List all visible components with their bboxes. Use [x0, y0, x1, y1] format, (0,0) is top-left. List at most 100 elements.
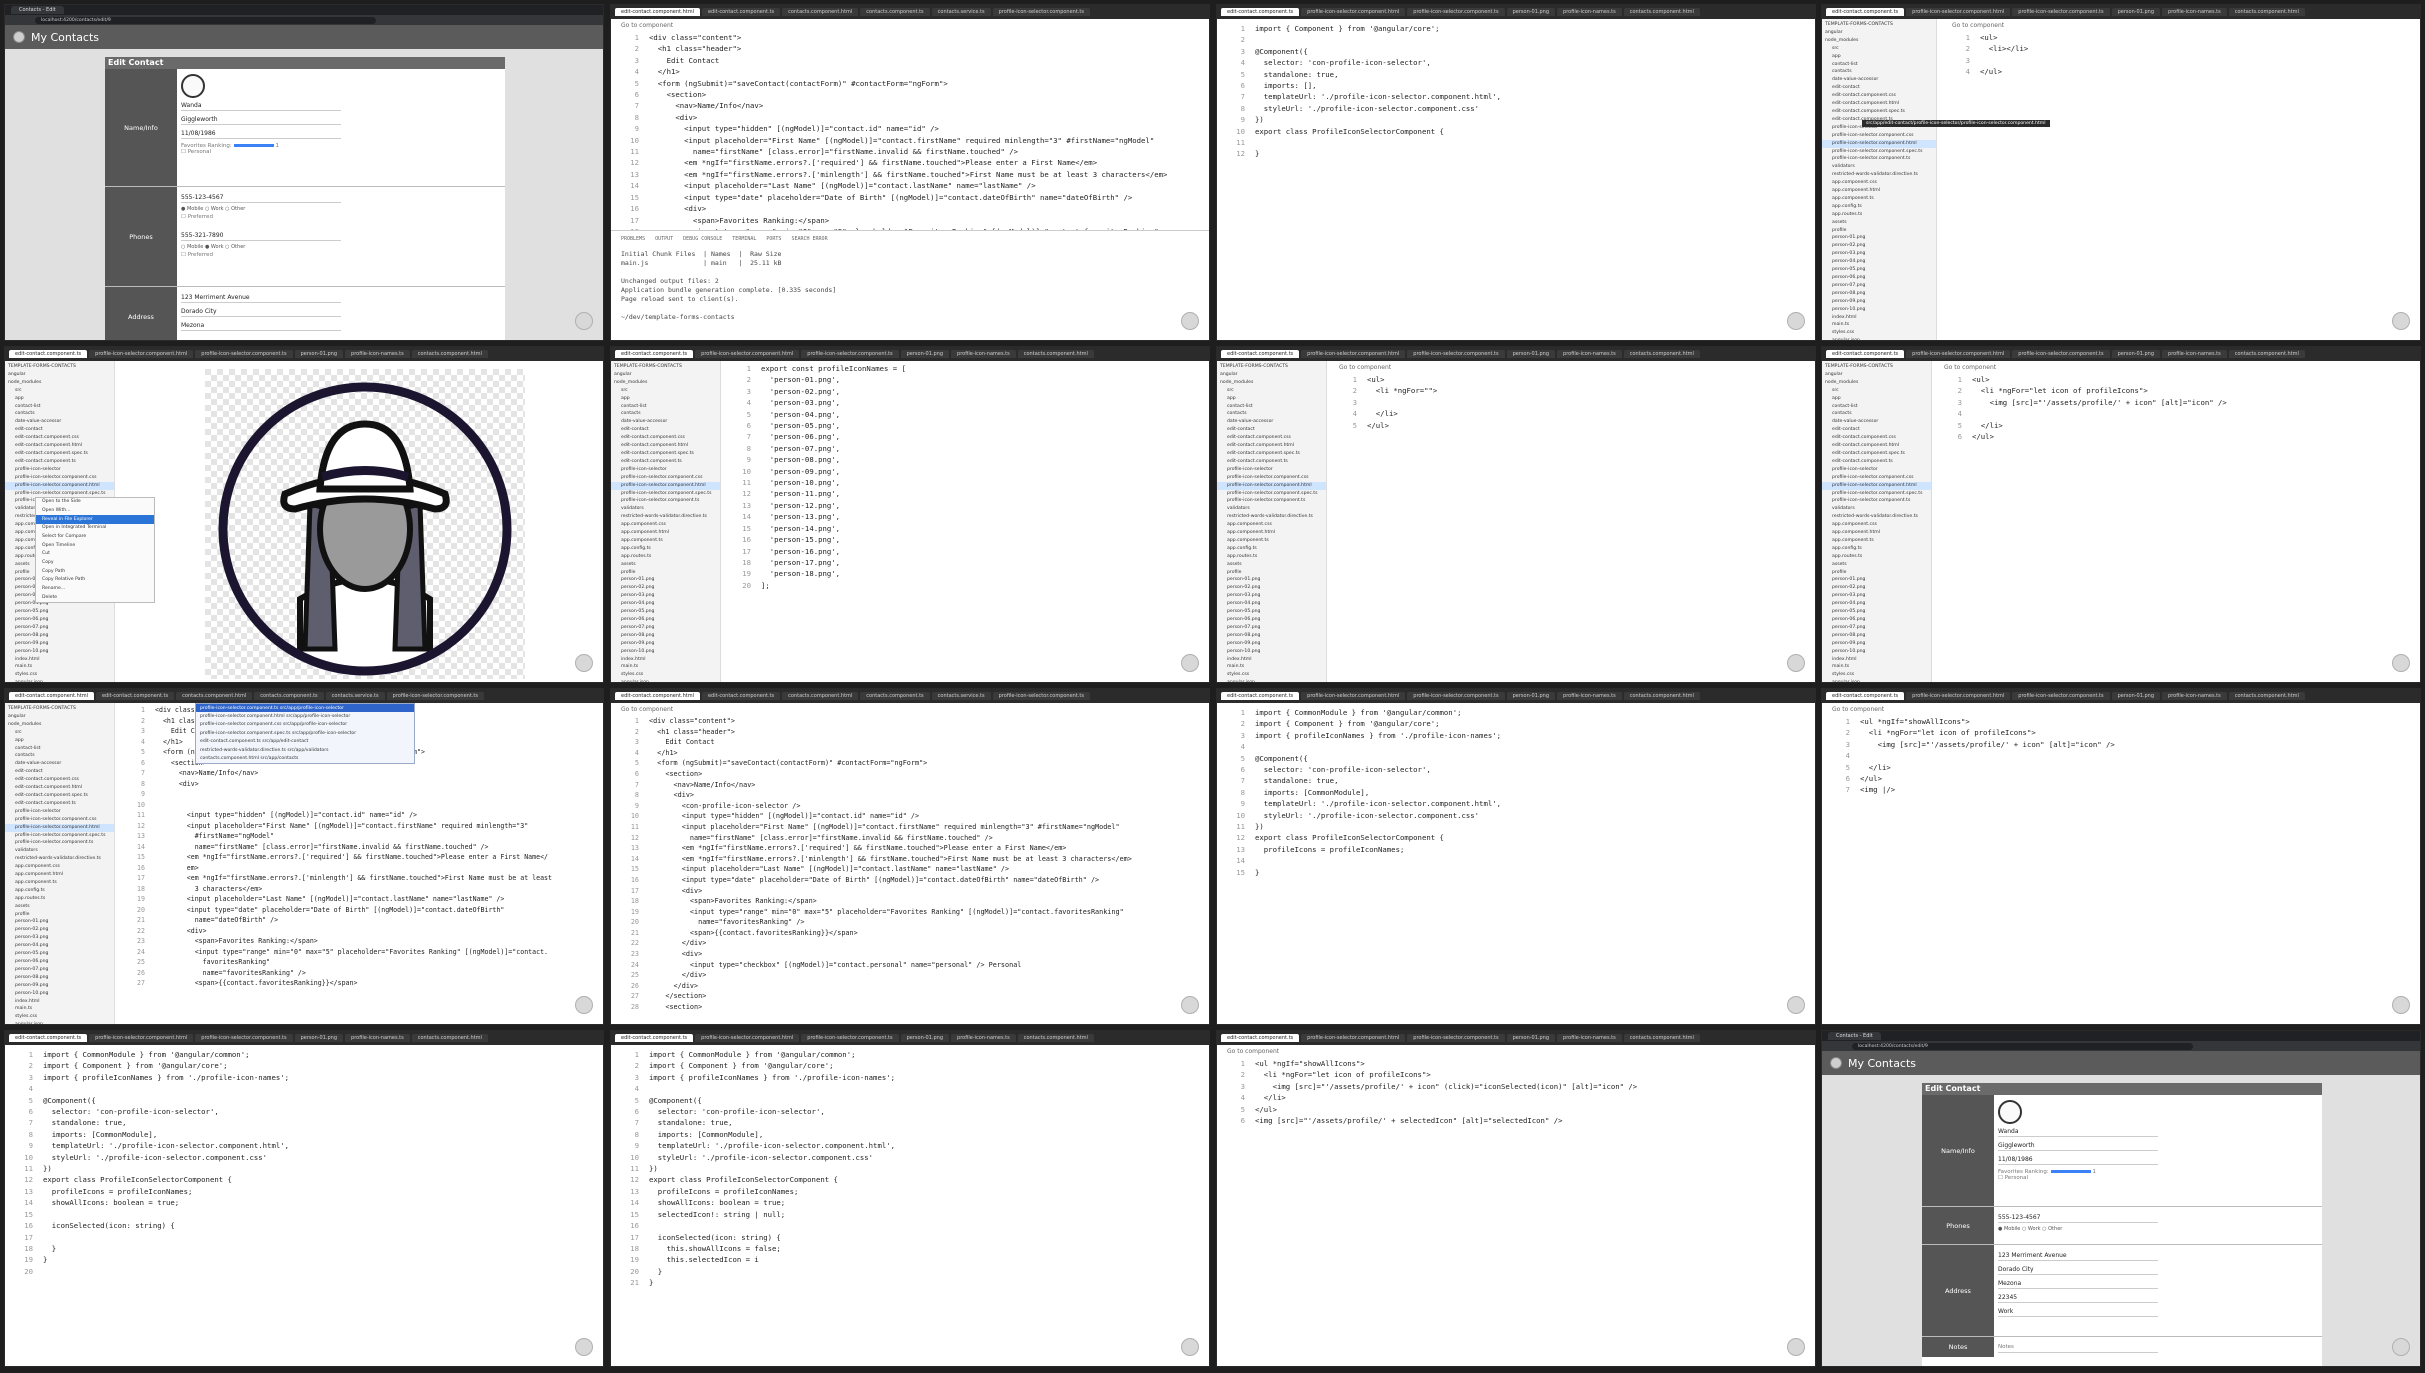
zip-input[interactable]: 22345	[1998, 1292, 2158, 1303]
code-text[interactable]: 'person-07.png',	[761, 444, 840, 453]
code-line[interactable]: 2 <h1 class="header">	[615, 727, 1209, 738]
code-text[interactable]: export class ProfileIconSelectorComponen…	[649, 1175, 838, 1184]
editor-tab[interactable]: profile-icon-selector.component.html	[1301, 8, 1406, 16]
code-text[interactable]: <div>	[649, 887, 702, 895]
explorer-item[interactable]: person-08.png	[1217, 632, 1326, 640]
explorer-item[interactable]: person-01.png	[611, 576, 720, 584]
code-line[interactable]: 4	[615, 1083, 1209, 1094]
code-line[interactable]: 18 this.showAllIcons = false;	[615, 1243, 1209, 1254]
explorer-item[interactable]: edit-contact	[5, 426, 114, 434]
code-line[interactable]: 18 }	[9, 1243, 603, 1254]
code-line[interactable]: 2 <li *ngFor="">	[1333, 385, 1815, 396]
editor-tab[interactable]: profile-icon-selector.component.html	[89, 1034, 194, 1042]
explorer-item[interactable]: restricted-words-validator.directive.ts	[1822, 171, 1936, 179]
preferred-checkbox-2[interactable]: ☐ Preferred	[181, 252, 501, 258]
explorer-item[interactable]: edit-contact.component.css	[5, 434, 114, 442]
explorer-item[interactable]: profile-icon-selector.component.ts	[611, 497, 720, 505]
code-line[interactable]: 21}	[615, 1277, 1209, 1288]
code-text[interactable]: <input type="date" placeholder="Date of …	[649, 876, 1099, 884]
code-line[interactable]: 6 </ul>	[1826, 773, 2420, 784]
explorer-item[interactable]: edit-contact.component.spec.ts	[1822, 108, 1936, 116]
code-line[interactable]: 13 profileIcons = profileIconNames;	[615, 1186, 1209, 1197]
code-text[interactable]: import { CommonModule } from '@angular/c…	[43, 1050, 249, 1059]
code-editor[interactable]: 1 export const profileIconNames = [2 'per…	[723, 363, 1209, 591]
code-line[interactable]: 3 @Component({	[1221, 46, 1815, 57]
code-text[interactable]: })	[1255, 822, 1264, 831]
editor-tab[interactable]: contacts.component.ts	[860, 8, 930, 16]
explorer-item[interactable]: person-04.png	[5, 942, 114, 950]
code-line[interactable]: 20];	[727, 580, 1209, 591]
code-text[interactable]: 'person-03.png',	[761, 398, 840, 407]
context-menu-item[interactable]: Reveal in File Explorer	[36, 515, 154, 525]
explorer-item[interactable]: person-03.png	[611, 592, 720, 600]
explorer-item[interactable]: date-value-accessor	[5, 760, 114, 768]
code-text[interactable]: <input type="hidden" [(ngModel)]="contac…	[649, 812, 919, 820]
code-line[interactable]: 19 <input type="range" min="0" max="5" p…	[615, 907, 1209, 918]
explorer-item[interactable]: date-value-accessor	[1822, 418, 1931, 426]
code-text[interactable]: name="firstName" [class.error]="firstNam…	[649, 147, 1018, 156]
explorer-item[interactable]: angular	[5, 713, 114, 721]
explorer-item[interactable]: profile-icon-selector.component.css	[1822, 132, 1936, 140]
code-text[interactable]: styleUrl: './profile-icon-selector.compo…	[1255, 811, 1479, 820]
code-text[interactable]: }	[1255, 868, 1259, 877]
explorer-item[interactable]: TEMPLATE-FORMS-CONTACTS	[5, 705, 114, 713]
explorer-item[interactable]: person-07.png	[611, 624, 720, 632]
editor-tab[interactable]: contacts.component.html	[782, 692, 859, 700]
code-line[interactable]: 19}	[9, 1254, 603, 1265]
code-line[interactable]: 5 </li>	[1938, 420, 2420, 431]
code-text[interactable]: <em *ngIf="firstName.errors?.['required'…	[649, 158, 1097, 167]
code-line[interactable]: 16 <input type="date" placeholder="Date …	[615, 875, 1209, 886]
code-line[interactable]: 4	[9, 1083, 603, 1094]
explorer-item[interactable]: node_modules	[611, 379, 720, 387]
code-line[interactable]: 5 </ul>	[1333, 420, 1815, 431]
context-menu[interactable]: Open to the Side Open With... Reveal in Fi…	[35, 497, 155, 604]
explorer-item[interactable]: profile-icon-selector.component.ts	[5, 839, 114, 847]
code-text[interactable]: import { Component } from '@angular/core…	[649, 1061, 834, 1070]
code-text[interactable]: <li *ngFor="let icon of profileIcons">	[1972, 386, 2148, 395]
terminal-tab[interactable]: PROBLEMS	[621, 236, 645, 242]
editor-tab[interactable]: person-01.png	[1506, 1034, 1556, 1042]
code-text[interactable]: 'person-16.png',	[761, 547, 840, 556]
explorer-item[interactable]: profile-icon-selector.component.spec.ts	[1822, 490, 1931, 498]
code-text[interactable]: <input placeholder="Last Name" [(ngModel…	[155, 895, 505, 903]
code-line[interactable]: 25 favoritesRanking"	[121, 957, 603, 968]
personal-checkbox[interactable]: ☐ Personal	[1998, 1175, 2318, 1181]
code-text[interactable]: <li *ngFor="">	[1367, 386, 1438, 395]
dob-input[interactable]: 11/08/1986	[181, 128, 341, 139]
editor-tab[interactable]: profile-icon-selector.component.ts	[386, 692, 484, 700]
explorer-item[interactable]: contacts	[1822, 410, 1931, 418]
code-line[interactable]: 20	[9, 1266, 603, 1277]
code-line[interactable]: 20 }	[615, 1266, 1209, 1277]
explorer-item[interactable]: validators	[1822, 505, 1931, 513]
last-name-input[interactable]: Giggleworth	[1998, 1140, 2158, 1151]
explorer-item[interactable]: contacts	[1217, 410, 1326, 418]
explorer-item[interactable]: restricted-words-validator.directive.ts	[1822, 513, 1931, 521]
editor-tab[interactable]: edit-contact.component.ts	[1826, 692, 1905, 700]
code-text[interactable]: 'person-06.png',	[761, 432, 840, 441]
explorer-item[interactable]: person-06.png	[1822, 616, 1931, 624]
explorer-item[interactable]: person-01.png	[1822, 576, 1931, 584]
code-line[interactable]: 11 name="firstName" [class.error]="first…	[615, 146, 1209, 157]
browser-tab[interactable]: Contacts - Edit	[1828, 1032, 1881, 1040]
code-line[interactable]: 16 em>	[121, 863, 603, 874]
code-text[interactable]: <em *ngIf="firstName.errors?.['minlength…	[649, 170, 1167, 179]
explorer-item[interactable]: app.config.ts	[611, 545, 720, 553]
code-text[interactable]: <section>	[649, 90, 707, 99]
explorer-item[interactable]: angular	[611, 371, 720, 379]
first-name-input[interactable]: Wanda	[181, 100, 341, 111]
code-text[interactable]: this.showAllIcons = false;	[649, 1244, 781, 1253]
context-menu-item[interactable]: Delete	[36, 593, 154, 602]
explorer-item[interactable]: app.component.html	[1217, 529, 1326, 537]
code-text[interactable]: export class ProfileIconSelectorComponen…	[1255, 127, 1444, 136]
explorer-item[interactable]: TEMPLATE-FORMS-CONTACTS	[611, 363, 720, 371]
context-menu-item[interactable]: Copy Path	[36, 567, 154, 576]
code-line[interactable]: 21 <span>{{contact.favoritesRanking}}</s…	[615, 928, 1209, 939]
explorer-item[interactable]: person-01.png	[5, 918, 114, 926]
context-menu-item[interactable]: Select for Compare	[36, 533, 154, 542]
code-text[interactable]: standalone: true,	[1255, 776, 1339, 785]
explorer-item[interactable]: person-08.png	[611, 632, 720, 640]
code-text[interactable]: 'person-10.png',	[761, 478, 840, 487]
code-line[interactable]: 2 <li *ngFor="let icon of profileIcons">	[1826, 727, 2420, 738]
explorer-item[interactable]: profile-icon-selector	[611, 466, 720, 474]
code-text[interactable]: <input placeholder="First Name" [(ngMode…	[649, 823, 1120, 831]
